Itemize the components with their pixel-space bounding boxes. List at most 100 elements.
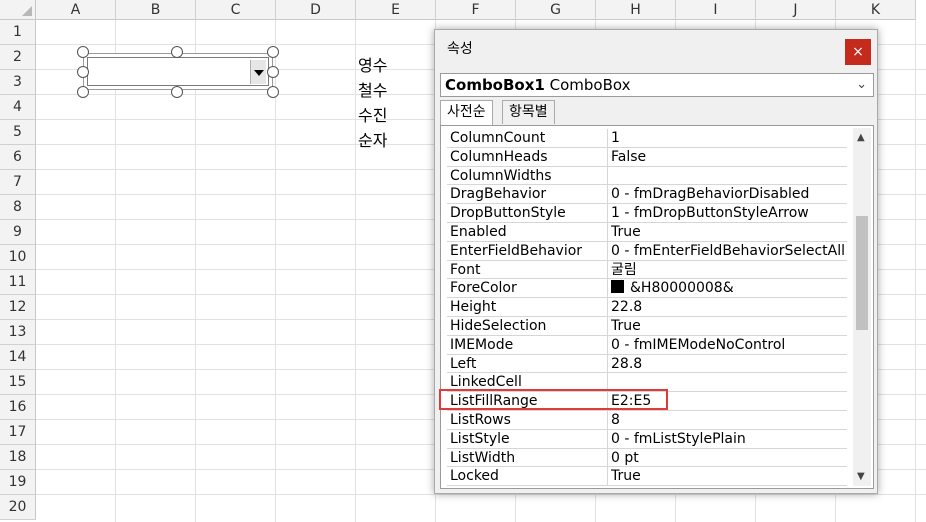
column-header-a[interactable]: A	[36, 0, 116, 20]
property-row-locked[interactable]: Locked True	[447, 467, 847, 487]
scroll-down-arrow-icon[interactable]: ▼	[857, 471, 865, 482]
row-header-17[interactable]: 17	[0, 420, 36, 445]
property-value[interactable]: 0 - fmEnterFieldBehaviorSelectAll	[611, 242, 847, 260]
property-name: DropButtonStyle	[450, 205, 566, 222]
property-value[interactable]: True	[611, 223, 847, 241]
row-header-12[interactable]: 12	[0, 295, 36, 320]
property-row-enabled[interactable]: Enabled True	[447, 222, 847, 242]
property-name: Enabled	[450, 223, 507, 240]
column-header-h[interactable]: H	[596, 0, 676, 20]
scroll-thumb[interactable]	[856, 216, 868, 330]
property-row-linkedcell[interactable]: LinkedCell	[447, 373, 847, 393]
column-header-d[interactable]: D	[276, 0, 356, 20]
property-row-enterfieldbehavior[interactable]: EnterFieldBehavior 0 - fmEnterFieldBehavi…	[447, 241, 847, 261]
cell-e4[interactable]: 수진	[358, 104, 387, 128]
gridline	[115, 20, 116, 522]
combobox-control[interactable]	[83, 53, 273, 90]
row-header-8[interactable]: 8	[0, 195, 36, 220]
row-header-14[interactable]: 14	[0, 345, 36, 370]
property-row-columnheads[interactable]: ColumnHeads False	[447, 147, 847, 167]
column-header-b[interactable]: B	[116, 0, 196, 20]
property-row-listfillrange[interactable]: ListFillRange E2:E5	[447, 392, 847, 411]
row-header-9[interactable]: 9	[0, 220, 36, 245]
resize-handle-bottom[interactable]	[171, 86, 183, 98]
property-row-dragbehavior[interactable]: DragBehavior 0 - fmDragBehaviorDisabled	[447, 185, 847, 205]
property-value[interactable]: 0 - fmIMEModeNoControl	[611, 336, 847, 354]
row-header-19[interactable]: 19	[0, 470, 36, 495]
row-header-2[interactable]: 2	[0, 45, 36, 70]
column-header-f[interactable]: F	[436, 0, 516, 20]
row-header-10[interactable]: 10	[0, 245, 36, 270]
row-header-11[interactable]: 11	[0, 270, 36, 295]
resize-handle-bottom-right[interactable]	[267, 86, 279, 98]
property-value[interactable]: E2:E5	[611, 392, 847, 410]
property-row-listwidth[interactable]: ListWidth 0 pt	[447, 448, 847, 468]
row-header-18[interactable]: 18	[0, 445, 36, 470]
property-name: IMEMode	[450, 336, 514, 353]
column-header-g[interactable]: G	[516, 0, 596, 20]
resize-handle-left[interactable]	[77, 66, 89, 78]
properties-window[interactable]: 속성 × ComboBox1 ComboBox ⌄ 사전순 항목별 Column…	[434, 29, 878, 494]
property-row-hideselection[interactable]: HideSelection True	[447, 316, 847, 336]
select-all-corner[interactable]	[0, 0, 36, 20]
vertical-scrollbar[interactable]: ▲ ▼	[853, 128, 871, 486]
property-value[interactable]: 22.8	[611, 298, 847, 316]
property-value-forecolor[interactable]: &H80000008&	[611, 279, 847, 297]
row-header-3[interactable]: 3	[0, 70, 36, 95]
gridline	[355, 20, 356, 522]
row-header-15[interactable]: 15	[0, 370, 36, 395]
property-name: Left	[450, 355, 477, 372]
property-row-columncount[interactable]: ColumnCount 1	[447, 129, 847, 148]
property-value[interactable]: 0 - fmListStylePlain	[611, 430, 847, 448]
row-header-7[interactable]: 7	[0, 170, 36, 195]
property-row-height[interactable]: Height 22.8	[447, 298, 847, 317]
tab-alphabetic[interactable]: 사전순	[440, 100, 493, 126]
property-value[interactable]: 0 pt	[611, 449, 847, 467]
row-header-5[interactable]: 5	[0, 120, 36, 145]
column-header-k[interactable]: K	[836, 0, 916, 20]
chevron-down-icon[interactable]: ⌄	[856, 74, 867, 96]
column-header-i[interactable]: I	[676, 0, 756, 20]
property-row-listrows[interactable]: ListRows 8	[447, 410, 847, 430]
property-value[interactable]: False	[611, 148, 847, 166]
property-value[interactable]: 굴림	[611, 261, 847, 279]
resize-handle-top[interactable]	[171, 46, 183, 58]
row-header-20[interactable]: 20	[0, 495, 36, 520]
property-row-imemode[interactable]: IMEMode 0 - fmIMEModeNoControl	[447, 335, 847, 355]
tab-categorized[interactable]: 항목별	[502, 100, 555, 124]
column-header-e[interactable]: E	[356, 0, 436, 20]
resize-handle-right[interactable]	[267, 66, 279, 78]
cell-e2[interactable]: 영수	[358, 54, 387, 78]
resize-handle-top-right[interactable]	[267, 46, 279, 58]
property-row-forecolor[interactable]: ForeColor &H80000008&	[447, 279, 847, 299]
property-value[interactable]: 1 - fmDropButtonStyleArrow	[611, 204, 847, 222]
property-value[interactable]: True	[611, 467, 847, 485]
property-value[interactable]: 1	[611, 129, 847, 147]
property-row-left[interactable]: Left 28.8	[447, 354, 847, 374]
resize-handle-bottom-left[interactable]	[77, 86, 89, 98]
close-button[interactable]: ×	[845, 39, 871, 65]
column-header-j[interactable]: J	[756, 0, 836, 20]
resize-handle-top-left[interactable]	[77, 46, 89, 58]
property-value[interactable]: True	[611, 317, 847, 335]
property-row-dropbuttonstyle[interactable]: DropButtonStyle 1 - fmDropButtonStyleArro…	[447, 204, 847, 223]
property-row-liststyle[interactable]: ListStyle 0 - fmListStylePlain	[447, 429, 847, 449]
row-header-4[interactable]: 4	[0, 95, 36, 120]
property-row-font[interactable]: Font 굴림	[447, 260, 847, 280]
row-header-13[interactable]: 13	[0, 320, 36, 345]
property-row-columnwidths[interactable]: ColumnWidths	[447, 166, 847, 186]
column-header-c[interactable]: C	[196, 0, 276, 20]
cell-e5[interactable]: 순자	[358, 129, 387, 153]
object-selector[interactable]: ComboBox1 ComboBox ⌄	[440, 73, 874, 97]
scroll-up-arrow-icon[interactable]: ▲	[857, 132, 865, 143]
property-value[interactable]: 28.8	[611, 355, 847, 373]
property-value[interactable]: 8	[611, 411, 847, 429]
cell-e3[interactable]: 철수	[358, 79, 387, 103]
property-name: ColumnHeads	[450, 148, 548, 165]
dropdown-arrow-icon[interactable]	[250, 60, 266, 84]
property-name: ListWidth	[450, 449, 516, 466]
row-header-6[interactable]: 6	[0, 145, 36, 170]
property-value[interactable]: 0 - fmDragBehaviorDisabled	[611, 185, 847, 203]
row-header-1[interactable]: 1	[0, 20, 36, 45]
row-header-16[interactable]: 16	[0, 395, 36, 420]
